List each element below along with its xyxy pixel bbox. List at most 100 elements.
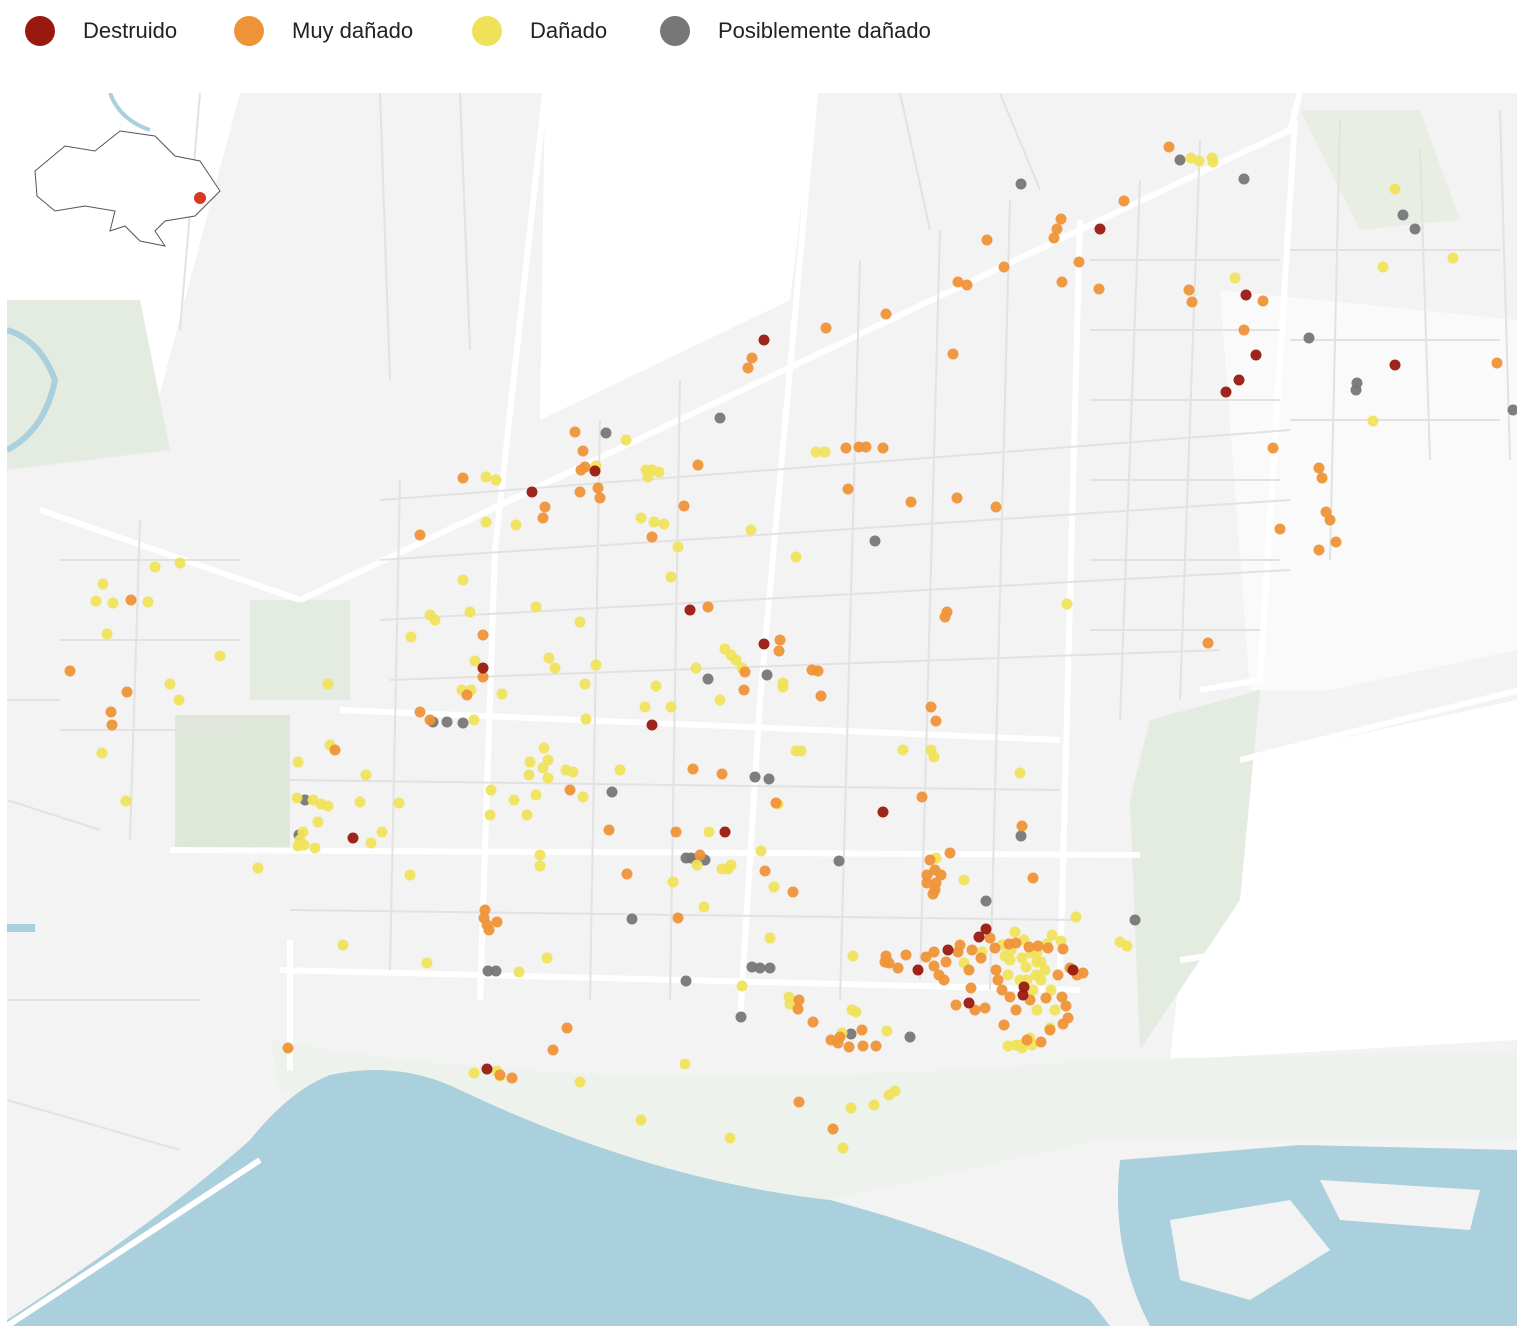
marker-possibly-damaged — [764, 962, 776, 974]
legend-item-destroyed: Destruido — [25, 14, 177, 48]
marker-damaged — [421, 957, 433, 969]
marker-possibly-damaged — [1015, 830, 1027, 842]
marker-very-damaged — [678, 500, 690, 512]
marker-very-damaged — [939, 611, 951, 623]
marker-damaged — [665, 701, 677, 713]
marker-damaged — [1389, 183, 1401, 195]
marker-possibly-damaged — [904, 1031, 916, 1043]
marker-damaged — [312, 816, 324, 828]
marker-very-damaged — [547, 1044, 559, 1056]
marker-very-damaged — [694, 849, 706, 861]
marker-very-damaged — [424, 714, 436, 726]
marker-damaged — [120, 795, 132, 807]
marker-possibly-damaged — [1015, 178, 1027, 190]
marker-destroyed — [477, 662, 489, 674]
marker-damaged — [291, 792, 303, 804]
marker-damaged — [490, 474, 502, 486]
marker-very-damaged — [944, 847, 956, 859]
marker-very-damaged — [64, 665, 76, 677]
marker-very-damaged — [282, 1042, 294, 1054]
marker-damaged — [928, 751, 940, 763]
marker-damaged — [725, 859, 737, 871]
marker-damaged — [542, 754, 554, 766]
marker-damaged — [484, 809, 496, 821]
marker-destroyed — [1389, 359, 1401, 371]
marker-very-damaged — [569, 426, 581, 438]
marker-very-damaged — [561, 1022, 573, 1034]
legend-item-damaged: Dañado — [472, 14, 607, 48]
marker-damaged — [635, 512, 647, 524]
marker-damaged — [534, 849, 546, 861]
marker-very-damaged — [670, 826, 682, 838]
marker-damaged — [252, 862, 264, 874]
marker-possibly-damaged — [763, 773, 775, 785]
marker-damaged — [142, 596, 154, 608]
marker-damaged — [768, 881, 780, 893]
marker-damaged — [510, 519, 522, 531]
marker-very-damaged — [1324, 514, 1336, 526]
marker-very-damaged — [687, 763, 699, 775]
marker-very-damaged — [1313, 462, 1325, 474]
marker-very-damaged — [506, 1072, 518, 1084]
marker-very-damaged — [857, 1040, 869, 1052]
marker-damaged — [164, 678, 176, 690]
marker-damaged — [485, 784, 497, 796]
marker-damaged — [496, 688, 508, 700]
marker-possibly-damaged — [680, 975, 692, 987]
marker-destroyed — [684, 604, 696, 616]
marker-possibly-damaged — [869, 535, 881, 547]
marker-very-damaged — [773, 645, 785, 657]
marker-damaged — [376, 826, 388, 838]
marker-damaged — [214, 650, 226, 662]
marker-very-damaged — [537, 512, 549, 524]
marker-very-damaged — [742, 362, 754, 374]
marker-very-damaged — [947, 348, 959, 360]
marker-damaged — [365, 837, 377, 849]
marker-damaged — [736, 980, 748, 992]
marker-damaged — [658, 518, 670, 530]
marker-very-damaged — [1040, 992, 1052, 1004]
marker-possibly-damaged — [1303, 332, 1315, 344]
marker-damaged — [667, 876, 679, 888]
marker-possibly-damaged — [749, 771, 761, 783]
marker-very-damaged — [954, 939, 966, 951]
marker-destroyed — [646, 719, 658, 731]
marker-very-damaged — [966, 944, 978, 956]
marker-very-damaged — [491, 916, 503, 928]
marker-damaged — [574, 616, 586, 628]
marker-damaged — [541, 952, 553, 964]
marker-possibly-damaged — [754, 962, 766, 974]
marker-very-damaged — [930, 715, 942, 727]
marker-very-damaged — [927, 888, 939, 900]
marker-very-damaged — [1044, 1024, 1056, 1036]
marker-damaged — [309, 842, 321, 854]
marker-damaged — [897, 744, 909, 756]
marker-damaged — [513, 966, 525, 978]
marker-damaged — [90, 595, 102, 607]
marker-damaged — [690, 662, 702, 674]
marker-very-damaged — [1057, 1018, 1069, 1030]
marker-very-damaged — [477, 629, 489, 641]
marker-very-damaged — [921, 877, 933, 889]
marker-damaged — [868, 1099, 880, 1111]
marker-damaged — [542, 772, 554, 784]
marker-very-damaged — [1274, 523, 1286, 535]
marker-very-damaged — [792, 1003, 804, 1015]
marker-very-damaged — [933, 969, 945, 981]
marker-damaged — [297, 826, 309, 838]
marker-damaged — [1009, 926, 1021, 938]
marker-very-damaged — [603, 824, 615, 836]
marker-very-damaged — [1055, 213, 1067, 225]
marker-damaged — [337, 939, 349, 951]
marker-very-damaged — [770, 797, 782, 809]
marker-very-damaged — [905, 496, 917, 508]
marker-damaged — [360, 769, 372, 781]
marker-very-damaged — [1035, 1036, 1047, 1048]
legend-swatch-possibly-damaged — [660, 16, 690, 46]
marker-very-damaged — [1060, 1000, 1072, 1012]
marker-damaged — [698, 901, 710, 913]
map[interactable] — [7, 93, 1517, 1326]
marker-damaged — [292, 756, 304, 768]
marker-damaged — [480, 516, 492, 528]
marker-very-damaged — [646, 531, 658, 543]
